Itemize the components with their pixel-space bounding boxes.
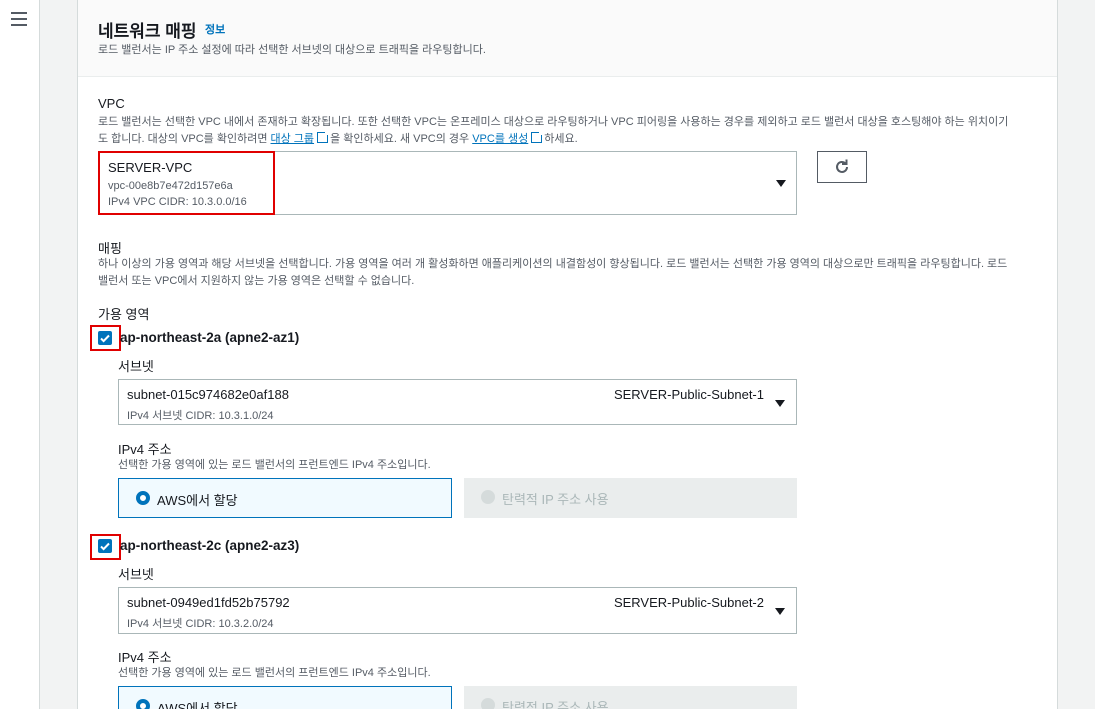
ipv4-label-1: IPv4 주소 <box>118 442 172 457</box>
refresh-button[interactable] <box>817 151 867 183</box>
radio-disabled-icon <box>481 698 495 709</box>
subnet-id-2: subnet-0949ed1fd52b75792 <box>127 595 290 610</box>
subnet-select-2[interactable]: subnet-0949ed1fd52b75792 SERVER-Public-S… <box>118 587 797 634</box>
az-name-1: ap-northeast-2a (apne2-az1) <box>120 330 300 345</box>
radio-selected-icon <box>136 491 150 505</box>
mapping-description: 하나 이상의 가용 영역과 해당 서브넷을 선택합니다. 가용 영역을 여러 개… <box>98 256 1038 290</box>
ipv4-description-1: 선택한 가용 영역에 있는 로드 밸런서의 프런트엔드 IPv4 주소입니다. <box>118 459 431 471</box>
vpc-description: 로드 밸런서는 선택한 VPC 내에서 존재하고 확장됩니다. 또한 선택한 V… <box>98 114 1038 148</box>
ipv4-description-2: 선택한 가용 영역에 있는 로드 밸런서의 프런트엔드 IPv4 주소입니다. <box>118 667 431 679</box>
radio-selected-icon <box>136 699 150 709</box>
external-link-icon <box>531 130 545 143</box>
radio-aws-assigned-2[interactable]: AWS에서 할당 <box>118 686 452 709</box>
mapping-description-line1: 하나 이상의 가용 영역과 해당 서브넷을 선택합니다. 가용 영역을 여러 개… <box>98 258 1008 270</box>
ipv4-label-2: IPv4 주소 <box>118 650 172 665</box>
vpc-description-line2: 도 합니다. 대상의 VPC를 확인하려면 대상 그룹 을 확인하세요. 새 VP… <box>98 130 1038 148</box>
highlight-box-checkbox-2 <box>90 534 121 560</box>
radio-eip-label-1: 탄력적 IP 주소 사용 <box>502 492 609 507</box>
chevron-down-icon <box>775 608 785 615</box>
subnet-select-1[interactable]: subnet-015c974682e0af188 SERVER-Public-S… <box>118 379 797 425</box>
subnet-name-1: SERVER-Public-Subnet-1 <box>613 387 764 402</box>
section-description: 로드 밸런서는 IP 주소 설정에 따라 선택한 서브넷의 대상으로 트래픽을 … <box>98 44 486 56</box>
section-title: 네트워크 매핑 <box>98 22 197 41</box>
radio-eip-label-2: 탄력적 IP 주소 사용 <box>502 700 609 709</box>
chevron-down-icon <box>776 180 786 187</box>
mapping-label: 매핑 <box>98 241 122 256</box>
subnet-id-1: subnet-015c974682e0af188 <box>127 387 289 402</box>
subnet-cidr-1: IPv4 서브넷 CIDR: 10.3.1.0/24 <box>127 410 274 422</box>
subnet-label-2: 서브넷 <box>118 567 154 582</box>
left-navigation-bar <box>0 0 40 709</box>
vpc-label: VPC <box>98 96 125 111</box>
mapping-description-line2: 밸런서 또는 VPC에서 지원하지 않는 가용 영역은 선택할 수 없습니다. <box>98 275 415 287</box>
az-name-2: ap-northeast-2c (apne2-az3) <box>120 538 300 553</box>
target-group-link[interactable]: 대상 그룹 <box>271 133 315 145</box>
radio-elastic-ip-2: 탄력적 IP 주소 사용 <box>464 686 797 709</box>
vpc-description-line1: 로드 밸런서는 선택한 VPC 내에서 존재하고 확장됩니다. 또한 선택한 V… <box>98 116 1009 128</box>
create-vpc-link[interactable]: VPC를 생성 <box>472 133 528 145</box>
az-heading: 가용 영역 <box>98 307 150 322</box>
highlight-box-checkbox-1 <box>90 325 121 351</box>
chevron-down-icon <box>775 400 785 407</box>
radio-disabled-icon <box>481 490 495 504</box>
highlight-box-vpc <box>98 151 275 215</box>
subnet-label-1: 서브넷 <box>118 359 154 374</box>
subnet-name-2: SERVER-Public-Subnet-2 <box>613 595 764 610</box>
radio-aws-label-1: AWS에서 할당 <box>157 493 238 508</box>
refresh-icon <box>836 159 848 173</box>
radio-elastic-ip-1: 탄력적 IP 주소 사용 <box>464 478 797 518</box>
radio-aws-label-2: AWS에서 할당 <box>157 701 238 709</box>
vpc-desc-text: 도 합니다. 대상의 VPC를 확인하려면 <box>98 133 271 145</box>
vpc-desc-text: 하세요. <box>544 133 578 145</box>
info-link[interactable]: 정보 <box>205 21 225 37</box>
panel-header: 네트워크 매핑 정보 로드 밸런서는 IP 주소 설정에 따라 선택한 서브넷의… <box>78 0 1057 77</box>
vpc-desc-text: 을 확인하세요. 새 VPC의 경우 <box>330 133 473 145</box>
radio-aws-assigned-1[interactable]: AWS에서 할당 <box>118 478 452 518</box>
external-link-icon <box>317 130 331 143</box>
hamburger-icon[interactable] <box>11 12 27 26</box>
subnet-cidr-2: IPv4 서브넷 CIDR: 10.3.2.0/24 <box>127 618 274 630</box>
